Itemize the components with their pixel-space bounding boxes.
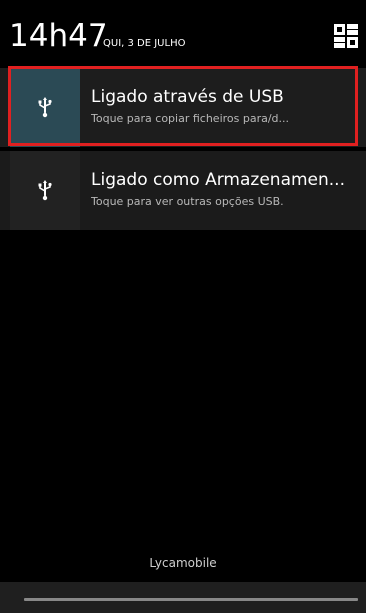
drag-handle[interactable] bbox=[24, 598, 358, 601]
notification-subtitle: Toque para ver outras opções USB. bbox=[91, 195, 284, 208]
notification-icon-box bbox=[10, 68, 80, 147]
notification-usb-storage[interactable]: Ligado como Armazenamen... Toque para ve… bbox=[0, 151, 366, 230]
quick-settings-icon[interactable] bbox=[334, 24, 358, 48]
carrier-label: Lycamobile bbox=[149, 556, 217, 570]
notification-icon-box bbox=[10, 151, 80, 230]
notification-usb-connected[interactable]: Ligado através de USB Toque para copiar … bbox=[0, 68, 366, 147]
notification-header: 14h47 QUI, 3 DE JULHO bbox=[0, 0, 366, 66]
usb-icon bbox=[38, 179, 52, 200]
notification-title: Ligado através de USB bbox=[91, 87, 284, 107]
clock: 14h47 bbox=[9, 18, 108, 54]
usb-icon bbox=[38, 96, 52, 117]
notification-subtitle: Toque para copiar ficheiros para/d... bbox=[91, 112, 290, 125]
notification-title: Ligado como Armazenamen... bbox=[91, 170, 345, 190]
date-label: QUI, 3 DE JULHO bbox=[103, 38, 186, 49]
